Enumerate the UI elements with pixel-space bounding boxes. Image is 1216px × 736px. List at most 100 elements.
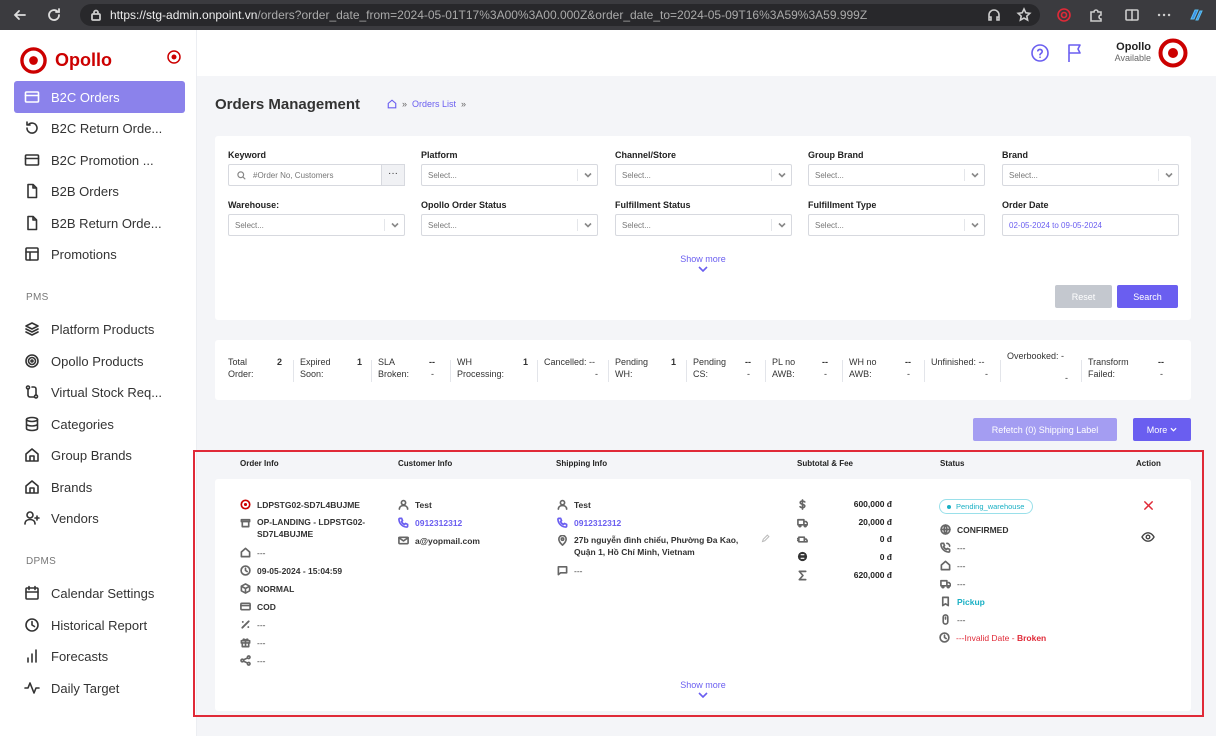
stat-item[interactable]: Cancelled: -- - [544,356,605,380]
browser-toolbar: https://stg-admin.onpoint.vn/orders?orde… [0,0,1216,30]
help-icon[interactable] [1030,43,1050,63]
home-icon [940,560,951,571]
fee-shipping: 20,000 đ [858,517,892,527]
reset-button[interactable]: Reset [1055,285,1112,308]
avatar[interactable] [1158,38,1188,68]
fulfillment-status-select[interactable]: Select... [615,214,792,236]
view-order-icon[interactable] [1141,531,1155,543]
search-button[interactable]: Search [1117,285,1178,308]
stat-item[interactable]: Pending CS: -- - [693,356,757,380]
chevron-down-icon [577,169,597,181]
stat-item[interactable]: Pending WH: 1 [615,356,683,380]
user-info[interactable]: Opollo Available [1097,41,1151,63]
status-warehouse: --- [940,560,966,571]
sidebar-item-virtual-stock[interactable]: Virtual Stock Req... [14,376,185,408]
puzzle-icon[interactable] [1088,7,1104,23]
sidebar-item-label: Group Brands [51,447,132,463]
order-date-input[interactable]: 02-05-2024 to 09-05-2024 [1002,214,1179,236]
refetch-shipping-label-button[interactable]: Refetch (0) Shipping Label [973,418,1117,441]
sidebar-item-calendar-settings[interactable]: Calendar Settings [14,577,185,609]
status-call: --- [940,542,966,553]
breadcrumb-orders-list[interactable]: Orders List [412,99,456,109]
stat-value-2: - [431,369,434,379]
more-button[interactable]: More [1133,418,1191,441]
brand-logo[interactable]: Opollo [20,47,112,74]
brand-select[interactable]: Select... [1002,164,1179,186]
extension-red-icon[interactable] [1056,7,1072,23]
stat-value: -- [822,357,828,367]
sidebar-item-promotions[interactable]: Promotions [14,238,185,270]
stat-item[interactable]: SLA Broken: -- - [378,356,441,380]
sidebar-item-opollo-products[interactable]: Opollo Products [14,345,185,377]
order-date: 09-05-2024 - 15:04:59 [240,565,342,576]
split-view-icon[interactable] [1124,7,1140,23]
pickup-type-text: Pickup [957,596,985,607]
stat-item[interactable]: Overbooked: - - [1007,350,1075,383]
stat-item[interactable]: PL no AWB: -- - [772,356,834,380]
stat-divider [293,360,294,382]
stat-divider [842,360,843,382]
stat-item[interactable]: Unfinished: -- - [931,356,995,380]
sidebar-item-b2b-return-orders[interactable]: B2B Return Orde... [14,207,185,239]
stat-item[interactable]: WH Processing: 1 [457,356,535,380]
home-breadcrumb-icon[interactable] [387,99,397,109]
calendar-icon [25,585,39,600]
show-more-order[interactable]: Show more [678,680,728,698]
star-icon[interactable] [1016,7,1032,23]
sidebar-item-b2b-orders[interactable]: B2B Orders [14,175,185,207]
stat-divider [537,360,538,382]
sla-broken-label: Broken [1016,632,1047,643]
sidebar-item-vendors[interactable]: Vendors [14,502,185,534]
reload-icon[interactable] [46,7,62,23]
sidebar-item-b2c-orders[interactable]: B2C Orders [14,81,185,113]
status-warehouse-value: --- [957,560,966,571]
menu-dots-icon[interactable] [1156,7,1172,23]
sidebar-item-platform-products[interactable]: Platform Products [14,313,185,345]
stat-value-2: - [595,369,598,379]
order-status-select[interactable]: Select... [421,214,598,236]
confirmed-status-text: CONFIRMED [957,524,1009,535]
sidebar-item-forecasts[interactable]: Forecasts [14,640,185,672]
search-icon [237,171,246,180]
shipping-phone[interactable]: 0912312312 [557,517,621,528]
bar-chart-icon [27,649,37,663]
customer-phone[interactable]: 0912312312 [398,517,462,528]
fulfillment-type-select[interactable]: Select... [808,214,985,236]
sidebar-item-group-brands[interactable]: Group Brands [14,439,185,471]
copilot-icon[interactable] [1188,7,1204,23]
channel-select[interactable]: Select... [615,164,792,186]
sidebar-item-label: Platform Products [51,321,155,337]
sidebar-item-b2c-return-orders[interactable]: B2C Return Orde... [14,112,185,144]
edit-address-icon[interactable] [761,534,770,543]
sidebar-item-b2c-promotion[interactable]: B2C Promotion ... [14,144,185,176]
shipping-note: --- [557,565,583,576]
back-icon[interactable] [12,7,28,23]
cancel-order-icon[interactable] [1143,500,1154,511]
stat-item[interactable]: Total Order: 2 [228,356,289,380]
sidebar-item-categories[interactable]: Categories [14,408,185,440]
stat-label: Overbooked: - [1007,351,1065,361]
headset-icon[interactable] [986,7,1002,23]
sidebar-toggle-icon[interactable] [167,50,181,64]
keyword-input[interactable]: #Order No, Customers ··· [228,164,405,186]
stat-item[interactable]: WH no AWB: -- - [849,356,917,380]
group-brand-select[interactable]: Select... [808,164,985,186]
address-bar[interactable]: https://stg-admin.onpoint.vn/orders?orde… [80,4,1040,26]
show-more-filters[interactable]: Show more [678,254,728,272]
stat-item[interactable]: Transform Failed: -- - [1088,356,1170,380]
keyword-options-button[interactable]: ··· [381,164,405,186]
order-number[interactable]: LDPSTG02-SD7L4BUJME [240,499,360,510]
sidebar-item-daily-target[interactable]: Daily Target [14,672,185,704]
platform-select[interactable]: Select... [421,164,598,186]
stat-value: -- [905,357,911,367]
sidebar-item-brands[interactable]: Brands [14,471,185,503]
order-gift: --- [240,637,266,648]
stat-value-2: - [747,369,750,379]
lock-icon [90,9,102,21]
stat-item[interactable]: Expired Soon: 1 [300,356,369,380]
table-row: LDPSTG02-SD7L4BUJME OP-LANDING - LDPSTG0… [215,479,1191,711]
flag-icon[interactable] [1066,43,1084,63]
sidebar-item-historical-report[interactable]: Historical Report [14,609,185,641]
warehouse-select[interactable]: Select... [228,214,405,236]
section-label-pms: PMS [26,292,49,303]
